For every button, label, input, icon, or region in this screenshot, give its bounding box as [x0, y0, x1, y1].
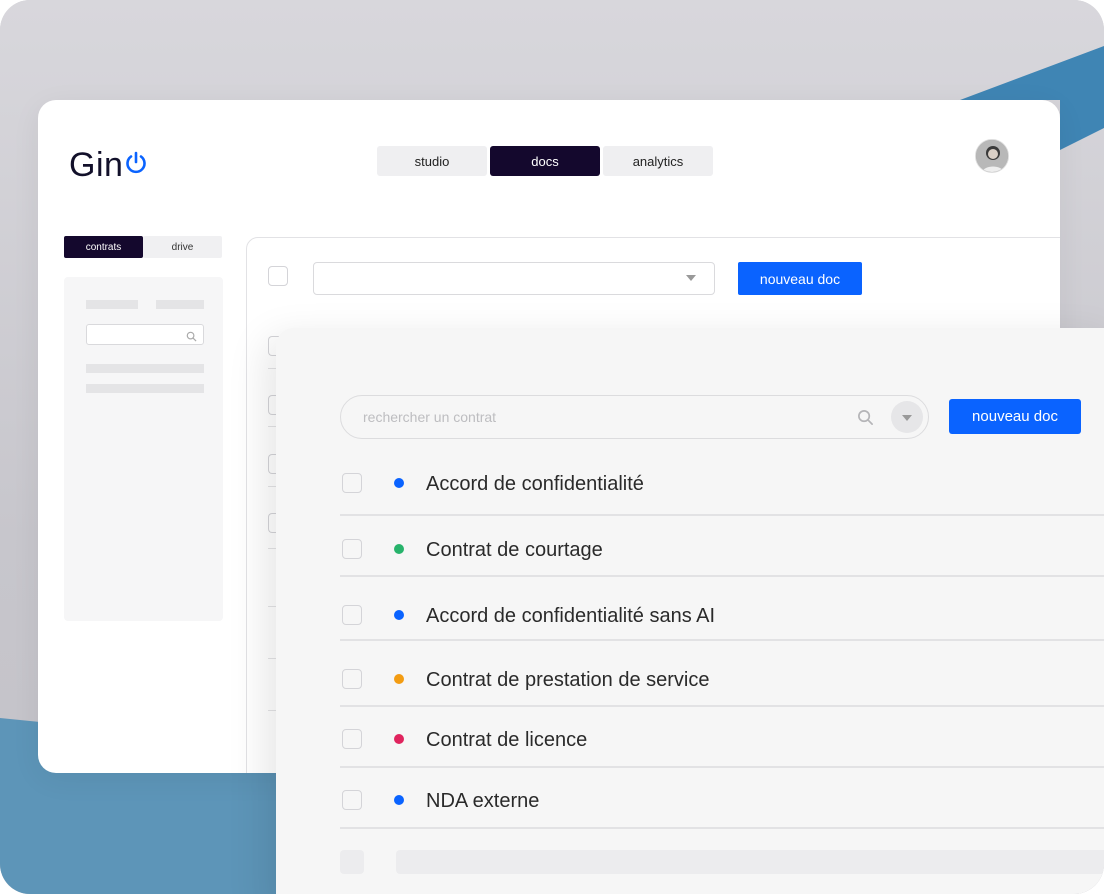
chevron-down-icon [686, 275, 696, 281]
filter-select[interactable] [313, 262, 715, 295]
search-icon[interactable] [857, 409, 874, 431]
user-avatar[interactable] [975, 139, 1009, 173]
document-title: Accord de confidentialité [426, 473, 644, 496]
row-divider [340, 827, 1104, 829]
list-item[interactable]: Contrat de prestation de service [340, 649, 1104, 709]
row-divider [340, 514, 1104, 516]
new-doc-button[interactable]: nouveau doc [949, 399, 1081, 434]
skeleton-bar [156, 300, 204, 309]
row-divider [340, 766, 1104, 768]
list-item[interactable]: Accord de confidentialité [340, 453, 1104, 513]
skeleton-checkbox [340, 850, 364, 874]
logo-text: Gin [69, 146, 123, 185]
list-item[interactable]: Accord de confidentialité sans AI [340, 585, 1104, 645]
list-item[interactable]: NDA externe [340, 771, 1104, 831]
status-dot [394, 734, 404, 744]
row-checkbox[interactable] [342, 539, 362, 559]
row-checkbox[interactable] [342, 729, 362, 749]
row-checkbox[interactable] [342, 605, 362, 625]
row-checkbox[interactable] [342, 790, 362, 810]
row-divider [340, 639, 1104, 641]
tab-docs[interactable]: docs [490, 146, 600, 176]
sidebar-panel [64, 277, 223, 621]
sidebar-search-input[interactable] [86, 324, 204, 345]
list-item[interactable]: Contrat de courtage [340, 519, 1104, 579]
tab-drive[interactable]: drive [143, 236, 222, 258]
skeleton-bar [396, 850, 1104, 874]
status-dot [394, 544, 404, 554]
gino-logo: Gin [69, 144, 148, 185]
list-item[interactable]: Contrat de licence [340, 710, 1104, 770]
search-icon [186, 329, 197, 347]
row-divider [340, 575, 1104, 577]
row-checkbox[interactable] [342, 473, 362, 493]
search-placeholder: rechercher un contrat [363, 409, 496, 425]
status-dot [394, 795, 404, 805]
app-stage: Gin studio docs analytics contrats drive [0, 0, 1104, 894]
document-title: Contrat de licence [426, 729, 587, 752]
document-title: Accord de confidentialité sans AI [426, 605, 715, 628]
skeleton-bar [86, 384, 204, 393]
avatar-icon [976, 140, 1009, 173]
document-title: NDA externe [426, 790, 539, 813]
skeleton-bar [86, 364, 204, 373]
status-dot [394, 610, 404, 620]
contract-list-card: rechercher un contrat nouveau doc Accord… [276, 328, 1104, 894]
skeleton-bar [86, 300, 138, 309]
tab-studio[interactable]: studio [377, 146, 487, 176]
contract-search-field[interactable]: rechercher un contrat [340, 395, 929, 439]
chevron-down-icon[interactable] [891, 401, 923, 433]
new-doc-button[interactable]: nouveau doc [738, 262, 862, 295]
tab-contrats[interactable]: contrats [64, 236, 143, 258]
row-checkbox[interactable] [342, 669, 362, 689]
document-title: Contrat de courtage [426, 539, 603, 562]
sidebar-tabs: contrats drive [64, 236, 222, 258]
main-nav-tabs: studio docs analytics [377, 146, 713, 176]
status-dot [394, 674, 404, 684]
tab-analytics[interactable]: analytics [603, 146, 713, 176]
status-dot [394, 478, 404, 488]
power-icon [124, 145, 148, 184]
document-title: Contrat de prestation de service [426, 669, 710, 692]
row-divider [340, 705, 1104, 707]
select-all-checkbox[interactable] [268, 266, 288, 286]
